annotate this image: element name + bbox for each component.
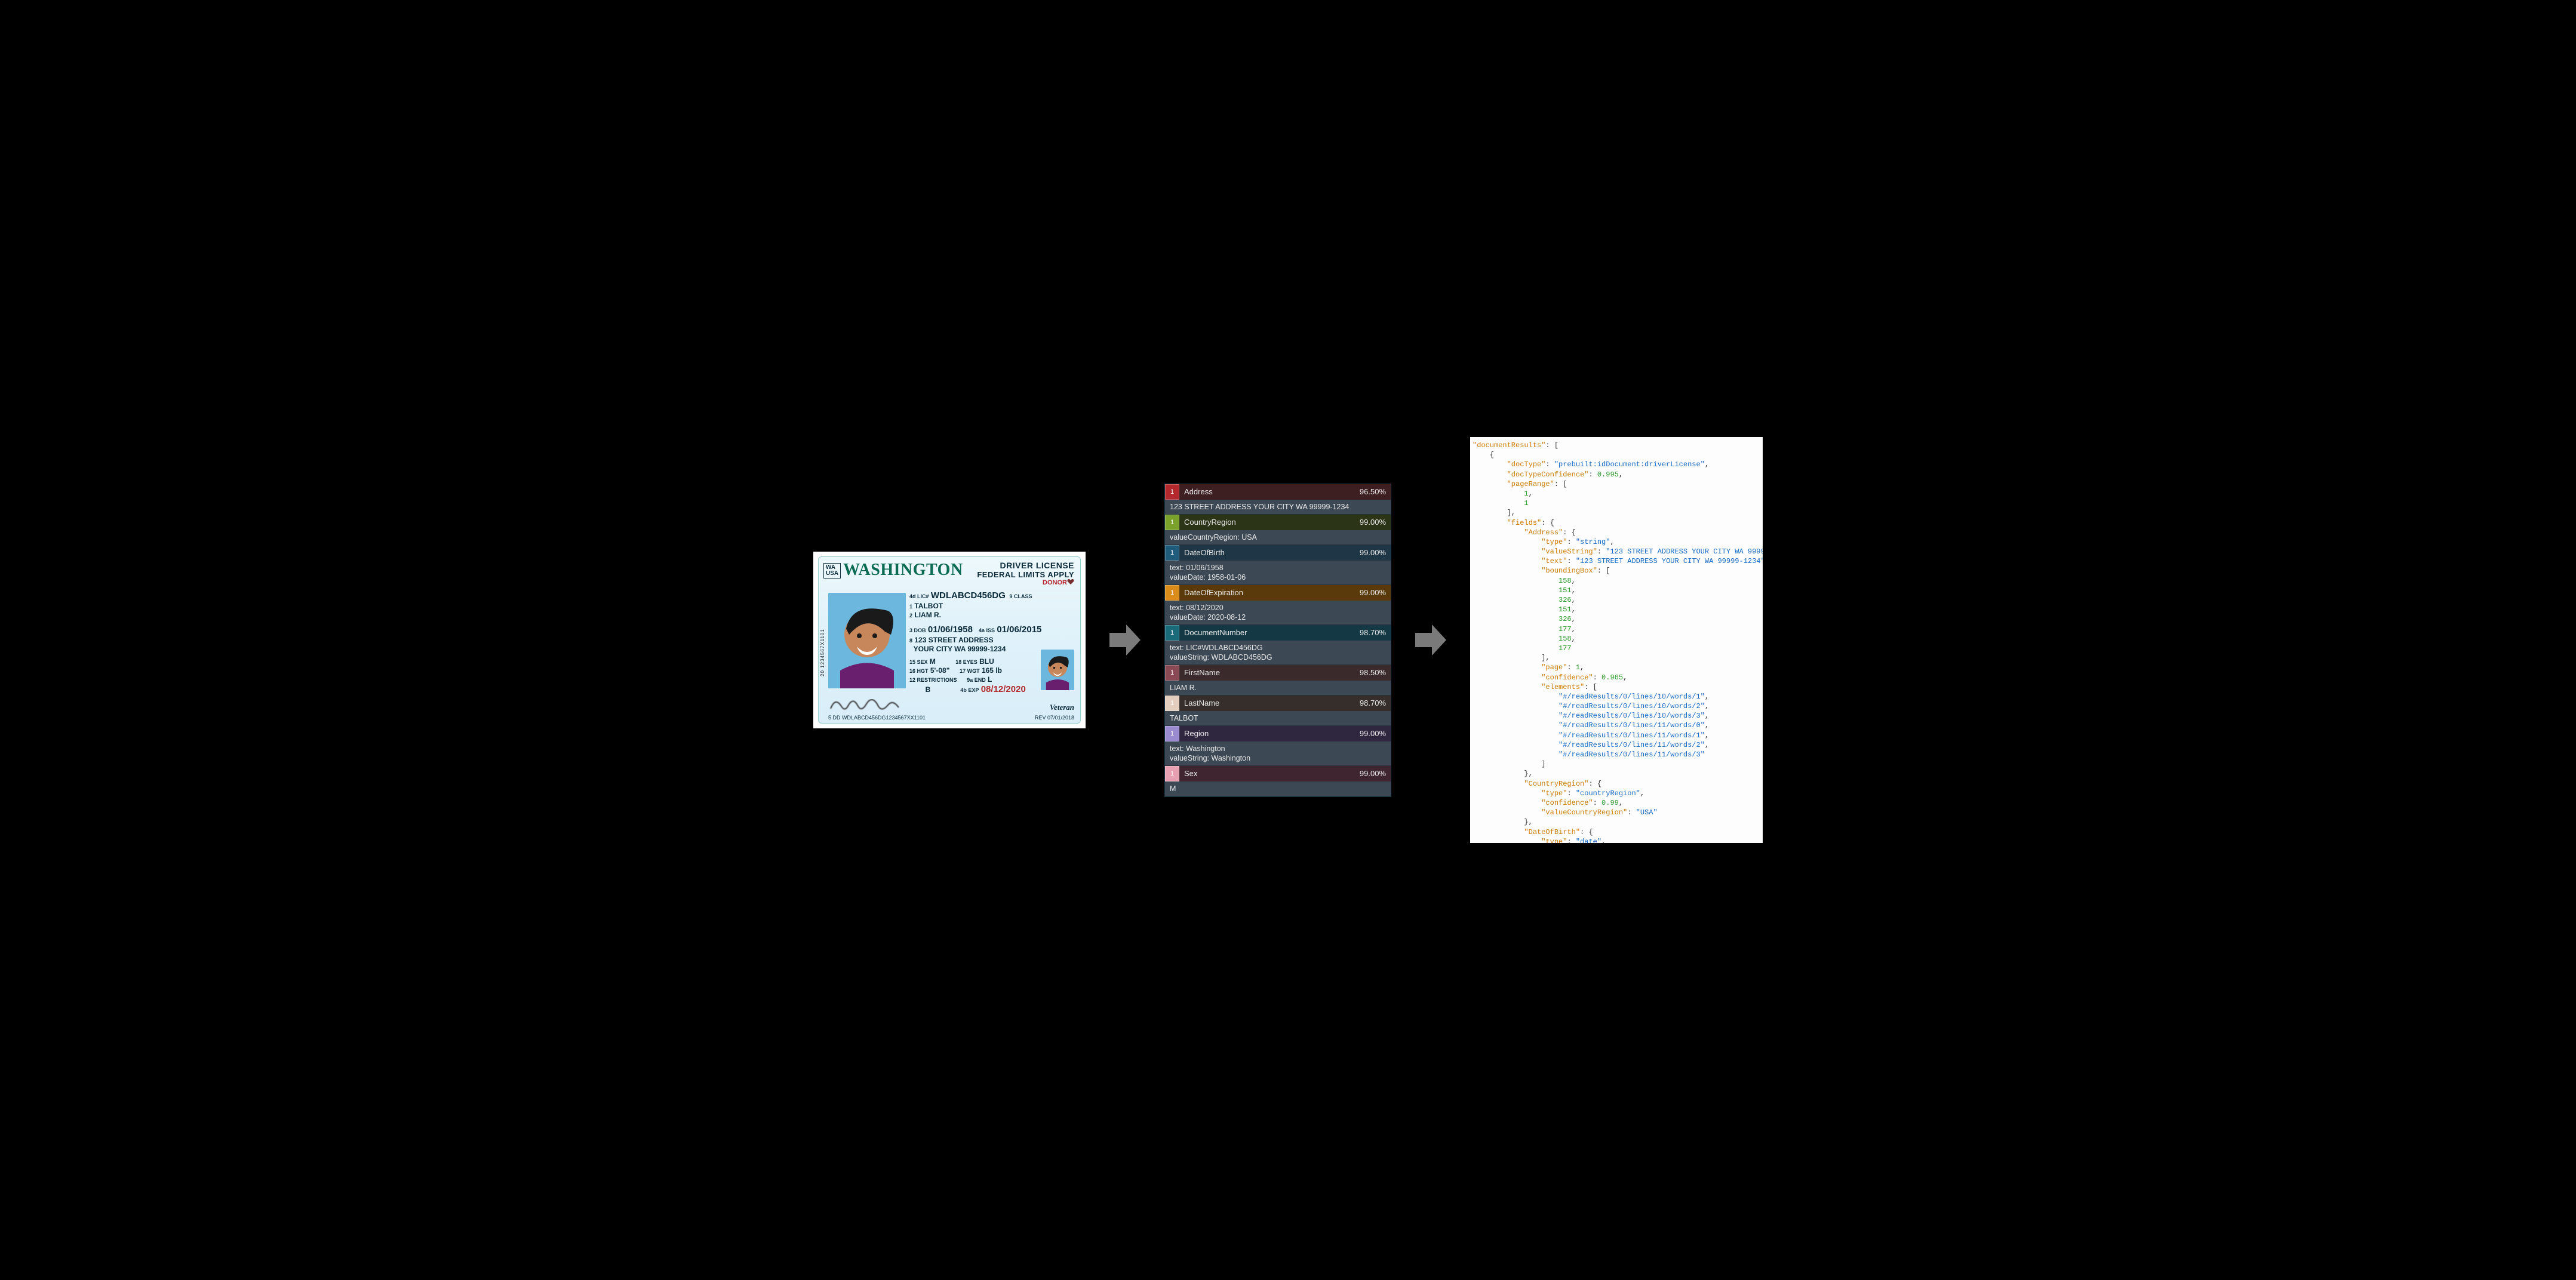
- field-count-badge: 1: [1165, 484, 1179, 500]
- field-confidence: 96.50%: [1360, 487, 1391, 496]
- field-confidence: 98.50%: [1360, 668, 1391, 677]
- given-name: LIAM R.: [914, 611, 941, 619]
- results-panel: 1Address96.50%123 STREET ADDRESS YOUR CI…: [1164, 484, 1391, 797]
- field-value: 123 STREET ADDRESS YOUR CITY WA 99999-12…: [1165, 500, 1391, 514]
- side-barcode: 20 1234567X1101: [820, 581, 828, 676]
- field-name: FirstName: [1179, 668, 1360, 677]
- state-name: WASHINGTON: [843, 562, 963, 579]
- field-confidence: 99.00%: [1360, 548, 1391, 557]
- license-mini-photo: [1041, 650, 1074, 690]
- field-countryregion[interactable]: 1CountryRegion99.00% valueCountryRegion: …: [1165, 515, 1391, 545]
- address-line-2: YOUR CITY WA 99999-1234: [914, 645, 1006, 653]
- lic-number: WDLABCD456DG: [931, 590, 1006, 601]
- field-value: text: LIC#WDLABCD456DGvalueString: WDLAB…: [1165, 641, 1391, 664]
- arrow-icon: [1109, 622, 1141, 658]
- state-code-box: WA USA: [823, 563, 841, 579]
- field-count-badge: 1: [1165, 625, 1179, 641]
- field-count-badge: 1: [1165, 515, 1179, 530]
- field-name: CountryRegion: [1179, 518, 1360, 527]
- license-photo: [828, 593, 906, 688]
- field-name: DateOfExpiration: [1179, 588, 1360, 597]
- field-value: LIAM R.: [1165, 681, 1391, 695]
- json-output-pane: "documentResults": [ { "docType": "prebu…: [1470, 437, 1763, 843]
- field-count-badge: 1: [1165, 696, 1179, 711]
- veteran-badge: Veteran: [1050, 703, 1074, 712]
- field-firstname[interactable]: 1FirstName98.50% LIAM R.: [1165, 665, 1391, 696]
- field-dateofbirth[interactable]: 1DateOfBirth99.00% text: 01/06/1958valueD…: [1165, 545, 1391, 585]
- field-value: text: WashingtonvalueString: Washington: [1165, 741, 1391, 765]
- field-address[interactable]: 1Address96.50% 123 STREET ADDRESS YOUR CI…: [1165, 484, 1391, 515]
- field-count-badge: 1: [1165, 726, 1179, 741]
- field-name: Region: [1179, 729, 1360, 738]
- field-region[interactable]: 1Region99.00% text: WashingtonvalueString…: [1165, 726, 1391, 766]
- field-confidence: 99.00%: [1360, 769, 1391, 778]
- field-confidence: 98.70%: [1360, 699, 1391, 707]
- field-dateofexp[interactable]: 1DateOfExpiration99.00% text: 08/12/2020v…: [1165, 585, 1391, 625]
- dob: 01/06/1958: [928, 624, 973, 635]
- field-sex[interactable]: 1Sex99.00% M: [1165, 766, 1391, 796]
- license-card-container: WA USA WASHINGTON DRIVER LICENSE FEDERAL…: [813, 552, 1086, 728]
- license-fields: 4d LIC# WDLABCD456DG 9 CLASS 1 TALBOT 2 …: [909, 590, 1041, 695]
- field-count-badge: 1: [1165, 545, 1179, 561]
- field-name: LastName: [1179, 699, 1360, 707]
- field-confidence: 99.00%: [1360, 518, 1391, 527]
- signature: [829, 699, 901, 712]
- field-name: Address: [1179, 487, 1360, 496]
- field-lastname[interactable]: 1LastName98.70% TALBOT: [1165, 696, 1391, 726]
- field-confidence: 99.00%: [1360, 729, 1391, 738]
- license-title-block: DRIVER LICENSE FEDERAL LIMITS APPLY DONO…: [977, 561, 1074, 586]
- dd-line: 5 DD WDLABCD456DG1234567XX1101: [828, 715, 926, 721]
- field-docnumber[interactable]: 1DocumentNumber98.70% text: LIC#WDLABCD45…: [1165, 625, 1391, 665]
- field-name: DocumentNumber: [1179, 628, 1360, 637]
- field-count-badge: 1: [1165, 665, 1179, 681]
- sex: M: [930, 657, 936, 666]
- field-confidence: 98.70%: [1360, 628, 1391, 637]
- surname: TALBOT: [914, 602, 943, 610]
- rev-date: REV 07/01/2018: [1035, 715, 1074, 721]
- field-value: TALBOT: [1165, 711, 1391, 725]
- donor-badge: DONOR: [977, 579, 1074, 586]
- field-name: DateOfBirth: [1179, 548, 1360, 557]
- license-card: WA USA WASHINGTON DRIVER LICENSE FEDERAL…: [818, 556, 1081, 724]
- title-line-1: DRIVER LICENSE: [977, 561, 1074, 570]
- iss: 01/06/2015: [997, 624, 1041, 635]
- title-line-2: FEDERAL LIMITS APPLY: [977, 570, 1074, 579]
- field-value: M: [1165, 781, 1391, 796]
- field-value: valueCountryRegion: USA: [1165, 530, 1391, 544]
- arrow-icon: [1415, 622, 1446, 658]
- field-count-badge: 1: [1165, 585, 1179, 601]
- field-value: text: 01/06/1958valueDate: 1958-01-06: [1165, 561, 1391, 584]
- field-name: Sex: [1179, 769, 1360, 778]
- field-value: text: 08/12/2020valueDate: 2020-08-12: [1165, 601, 1391, 624]
- field-confidence: 99.00%: [1360, 588, 1391, 597]
- field-count-badge: 1: [1165, 766, 1179, 781]
- exp: 08/12/2020: [981, 684, 1026, 694]
- address-line-1: 123 STREET ADDRESS: [914, 636, 993, 644]
- state-code-bot: USA: [826, 571, 838, 577]
